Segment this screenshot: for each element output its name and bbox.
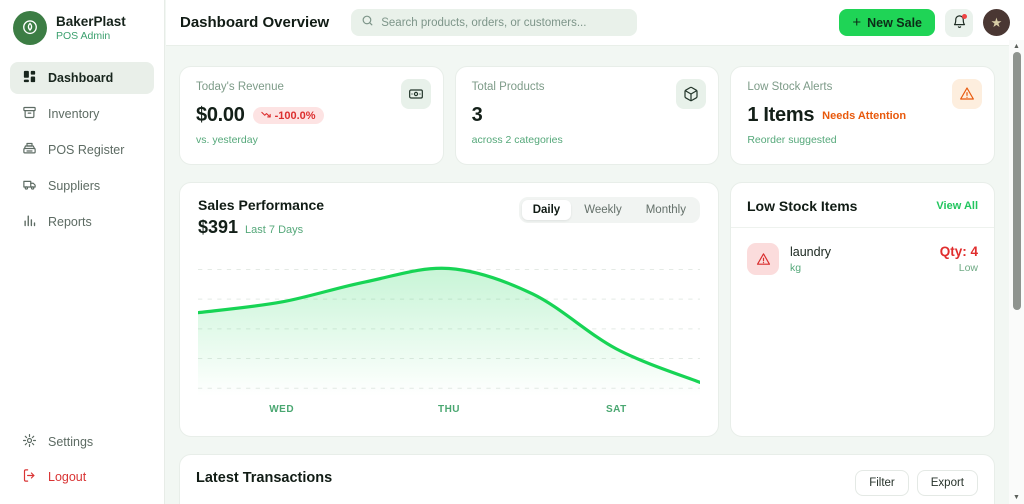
logout-icon [22,468,37,486]
brand-subtitle: POS Admin [56,30,126,42]
sidebar-item-label: Inventory [48,107,99,121]
low-stock-title: Low Stock Items [747,198,857,214]
main-content: Today's Revenue $0.00 -100.0% vs. yest [166,47,1008,504]
tab-monthly[interactable]: Monthly [635,200,697,220]
stat-value: 1 Items [747,104,814,127]
sidebar-item-label: Reports [48,215,92,229]
sidebar-item-label: Suppliers [48,179,100,193]
vertical-scrollbar[interactable]: ▲ ▼ [1009,40,1024,504]
sales-period-label: Last 7 Days [245,224,303,236]
attention-badge: Needs Attention [822,110,906,122]
stat-card-products: Total Products 3 across 2 categories [455,66,720,165]
middle-row: Sales Performance $391 Last 7 Days Daily… [179,182,995,437]
x-axis-label: SAT [606,404,627,415]
notifications-button[interactable] [945,9,973,37]
chart-period-tabs: Daily Weekly Monthly [519,197,700,223]
dashboard-grid-icon [22,69,37,87]
stat-title: Today's Revenue [196,81,427,93]
sidebar-item-label: Logout [48,470,86,484]
x-axis-label: WED [269,404,294,415]
new-sale-label: New Sale [867,16,922,30]
stats-row: Today's Revenue $0.00 -100.0% vs. yest [179,66,995,165]
scroll-up-arrow-icon[interactable]: ▲ [1009,43,1024,50]
gear-icon [22,433,37,451]
banknote-icon [401,79,431,109]
topbar: Dashboard Overview + New Sale ★ [166,0,1024,46]
x-axis-label: THU [438,404,460,415]
package-icon [676,79,706,109]
stat-card-revenue: Today's Revenue $0.00 -100.0% vs. yest [179,66,444,165]
chart-x-axis-labels: WED THU SAT [198,404,700,418]
archive-box-icon [22,105,37,123]
low-stock-items-card: Low Stock Items View All laundry kg Qty:… [730,182,995,437]
search-box[interactable] [351,9,637,36]
sidebar-nav: Dashboard Inventory POS Register [0,56,164,238]
low-stock-item[interactable]: laundry kg Qty: 4 Low [731,228,994,290]
latest-transactions-card: Latest Transactions Filter Export [179,454,995,504]
trend-badge-text: -100.0% [275,110,316,122]
sidebar-item-label: Settings [48,435,93,449]
stat-subtext: across 2 categories [472,134,703,146]
page-title: Dashboard Overview [180,14,329,31]
plus-icon: + [852,14,861,31]
scrollbar-thumb[interactable] [1013,52,1021,310]
sidebar-item-pos-register[interactable]: POS Register [10,134,154,166]
stat-subtext: Reorder suggested [747,134,978,146]
item-name: laundry [790,245,831,259]
stat-subtext: vs. yesterday [196,134,427,146]
sidebar-item-reports[interactable]: Reports [10,206,154,238]
bar-chart-icon [22,213,37,231]
sidebar-item-label: Dashboard [48,71,113,85]
truck-icon [22,177,37,195]
sidebar-item-dashboard[interactable]: Dashboard [10,62,154,94]
sidebar-item-settings[interactable]: Settings [10,426,154,458]
search-icon [361,14,374,32]
stat-title: Low Stock Alerts [747,81,978,93]
tab-weekly[interactable]: Weekly [573,200,633,220]
sidebar-item-suppliers[interactable]: Suppliers [10,170,154,202]
export-button[interactable]: Export [917,470,978,496]
sales-area-chart: WED THU SAT [198,250,700,418]
user-avatar[interactable]: ★ [983,9,1010,36]
brand-name: BakerPlast [56,14,126,30]
alert-triangle-icon [747,243,779,275]
sales-total: $391 [198,217,238,238]
scroll-down-arrow-icon[interactable]: ▼ [1009,494,1024,501]
sidebar-item-logout[interactable]: Logout [10,461,154,493]
sales-performance-card: Sales Performance $391 Last 7 Days Daily… [179,182,719,437]
star-icon: ★ [991,15,1003,31]
sidebar-item-inventory[interactable]: Inventory [10,98,154,130]
new-sale-button[interactable]: + New Sale [839,9,935,36]
item-unit: kg [790,262,831,274]
search-input[interactable] [381,17,627,29]
stat-value: $0.00 [196,104,245,127]
stat-title: Total Products [472,81,703,93]
stat-card-low-stock: Low Stock Alerts 1 Items Needs Attention… [730,66,995,165]
notification-dot [962,14,967,19]
sidebar-footer: Settings Logout [10,426,154,493]
sidebar-item-label: POS Register [48,143,124,157]
sales-chart-title: Sales Performance [198,197,324,213]
trend-down-icon [261,109,271,122]
brand: BakerPlast POS Admin [0,0,164,56]
filter-button[interactable]: Filter [855,470,909,496]
sales-chart-svg [198,250,700,396]
trend-badge: -100.0% [253,107,324,124]
transactions-title: Latest Transactions [196,470,332,486]
cash-register-icon [22,141,37,159]
tab-daily[interactable]: Daily [522,200,572,220]
view-all-link[interactable]: View All [936,200,978,212]
stat-value: 3 [472,104,483,127]
topbar-actions: + New Sale ★ [839,9,1010,37]
warning-triangle-icon [952,79,982,109]
item-qty: Qty: 4 [940,244,978,259]
item-status: Low [940,262,978,274]
brand-logo-icon [13,11,47,45]
sidebar: BakerPlast POS Admin Dashboard Inventory [0,0,165,504]
